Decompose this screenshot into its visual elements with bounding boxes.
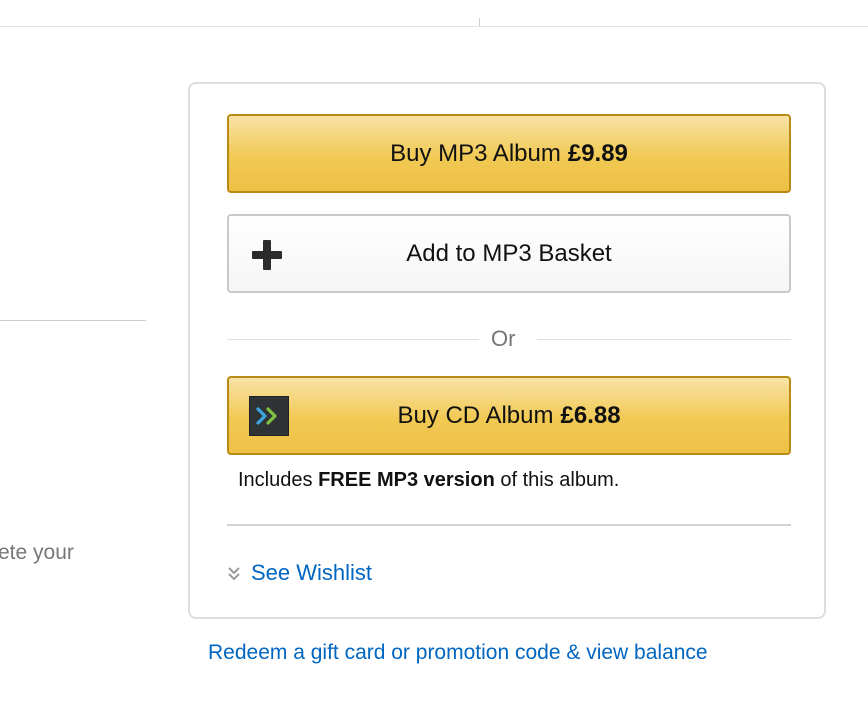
chevron-double-down-icon (228, 567, 240, 581)
buy-mp3-album-price: £9.89 (567, 139, 628, 167)
left-partial-text: ete your (0, 541, 74, 564)
top-divider (0, 26, 868, 27)
redeem-gift-card-link[interactable]: Redeem a gift card or promotion code & v… (208, 641, 708, 665)
plus-icon (251, 239, 283, 271)
add-to-mp3-basket-button[interactable]: Add to MP3 Basket (227, 214, 791, 293)
buy-cd-album-price: £6.88 (560, 401, 621, 429)
add-to-mp3-basket-label: Add to MP3 Basket (406, 239, 612, 267)
buy-cd-album-label: Buy CD Album (397, 401, 554, 429)
free-mp3-note-prefix: Includes (238, 469, 313, 491)
see-wishlist-label[interactable]: See Wishlist (251, 560, 372, 586)
free-mp3-note-bold: FREE MP3 version (318, 469, 495, 491)
page: ete your Buy MP3 Album £9.89 Add to MP3 … (0, 0, 868, 710)
or-text: Or (491, 326, 516, 351)
or-line-left (227, 339, 479, 340)
buy-box: Buy MP3 Album £9.89 Add to MP3 Basket Or… (188, 82, 826, 619)
free-mp3-note-suffix: of this album. (500, 469, 620, 491)
or-separator: Or (227, 325, 791, 355)
buy-box-divider (227, 524, 791, 526)
left-divider (0, 320, 146, 321)
see-wishlist-link[interactable]: See Wishlist (227, 560, 372, 586)
autorip-icon (249, 396, 289, 436)
buy-cd-album-button[interactable]: Buy CD Album £6.88 (227, 376, 791, 455)
buy-mp3-album-label: Buy MP3 Album (390, 139, 561, 167)
buy-mp3-album-button[interactable]: Buy MP3 Album £9.89 (227, 114, 791, 193)
free-mp3-note: Includes FREE MP3 version of this album. (238, 469, 619, 492)
or-line-right (537, 339, 791, 340)
top-divider-tick (479, 18, 480, 26)
